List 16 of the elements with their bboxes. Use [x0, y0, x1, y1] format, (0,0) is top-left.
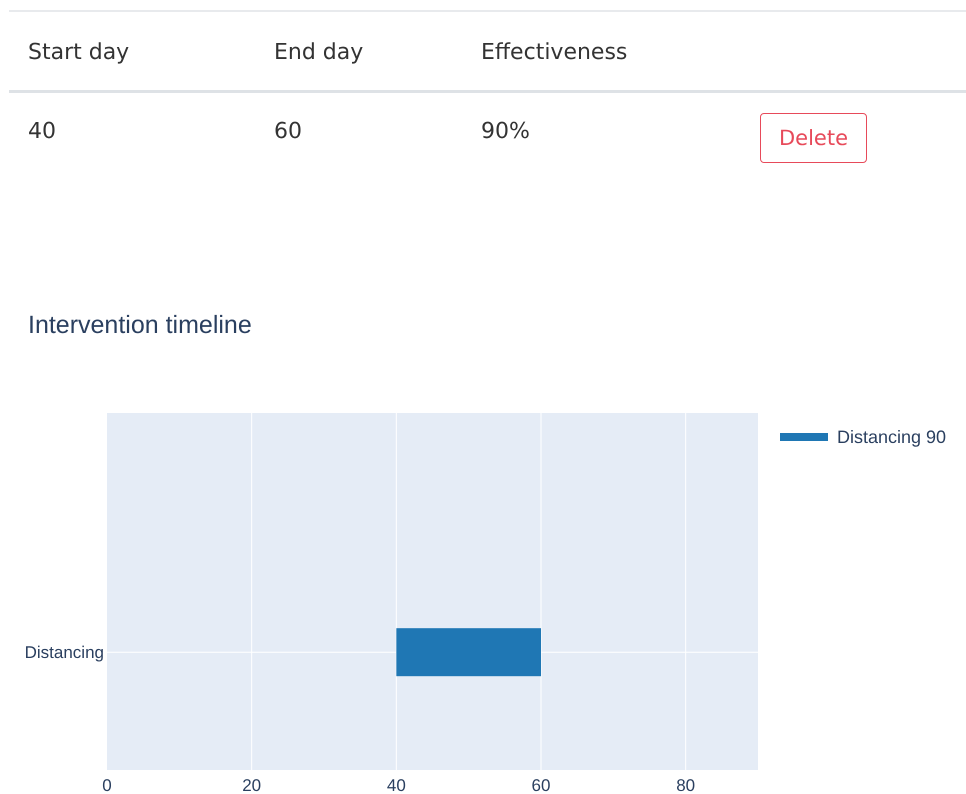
column-header: End day	[273, 38, 364, 64]
axis-tick-label: 40	[386, 776, 406, 794]
axis-tick-label: 80	[676, 776, 696, 794]
axis-tick-label: 0	[102, 776, 112, 794]
column-header: Effectiveness	[480, 38, 628, 64]
legend-label: Distancing 90	[837, 427, 946, 447]
chart-title: Intervention timeline	[28, 311, 253, 340]
column-header: Start day	[27, 38, 130, 64]
axis-tick-label: 60	[532, 776, 550, 794]
delete-button[interactable]: Delete	[760, 113, 867, 163]
axis-category-label: Distancing	[24, 643, 104, 662]
axis-tick-label: 20	[242, 776, 262, 794]
table-cell-text: 90%	[480, 118, 531, 144]
table-cell-text: 40	[27, 118, 57, 144]
legend-swatch-icon	[780, 433, 828, 441]
table-cell-text: 60	[273, 118, 303, 144]
